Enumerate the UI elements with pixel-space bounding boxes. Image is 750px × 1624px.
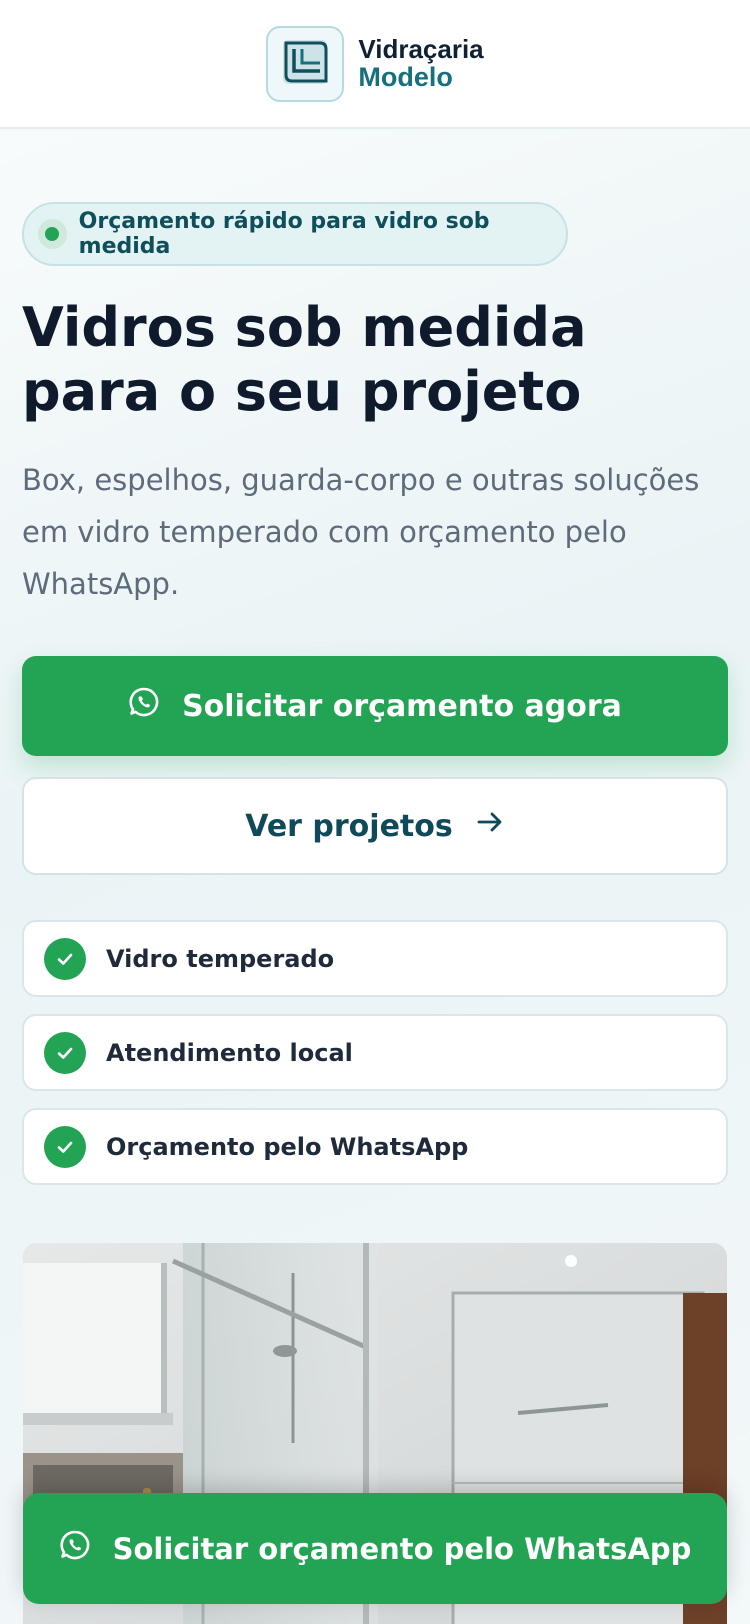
brand-name-line1: Vidraçaria xyxy=(358,33,484,64)
view-projects-label: Ver projetos xyxy=(245,808,453,844)
hero-title: Vidros sob medida para o seu projeto xyxy=(22,296,722,424)
request-quote-button[interactable]: Solicitar orçamento agora xyxy=(22,656,728,756)
feature-item-tempered-glass: Vidro temperado xyxy=(22,920,728,997)
badge-text: Orçamento rápido para vidro sob medida xyxy=(78,209,490,259)
brand-name-line2: Modelo xyxy=(358,61,453,92)
hero-description: Box, espelhos, guarda-corpo e outras sol… xyxy=(22,463,700,601)
site-header: Vidraçaria Modelo xyxy=(0,0,750,129)
hero-title-line2: para o seu projeto xyxy=(22,360,582,423)
brand-name: Vidraçaria Modelo xyxy=(358,33,484,92)
hero-title-line1: Vidros sob medida xyxy=(22,296,587,359)
feature-label: Atendimento local xyxy=(106,1038,353,1067)
glass-corner-logo-icon xyxy=(280,37,330,91)
view-projects-button[interactable]: Ver projetos xyxy=(22,777,728,875)
feature-label: Orçamento pelo WhatsApp xyxy=(106,1132,469,1161)
arrow-right-icon xyxy=(475,807,505,845)
request-quote-label: Solicitar orçamento agora xyxy=(182,688,622,724)
check-icon xyxy=(44,1031,86,1074)
feature-item-whatsapp-quote: Orçamento pelo WhatsApp xyxy=(22,1108,728,1185)
brand[interactable]: Vidraçaria Modelo xyxy=(266,25,484,102)
status-dot-icon xyxy=(38,219,67,249)
feature-label: Vidro temperado xyxy=(106,944,335,973)
check-icon xyxy=(44,937,86,980)
sticky-cta-label: Solicitar orçamento pelo WhatsApp xyxy=(112,1531,692,1566)
brand-logo xyxy=(266,25,345,102)
check-icon xyxy=(44,1125,86,1168)
whatsapp-quote-sticky-button[interactable]: Solicitar orçamento pelo WhatsApp xyxy=(23,1493,727,1604)
quick-quote-badge: Orçamento rápido para vidro sob medida xyxy=(22,202,568,266)
whatsapp-icon xyxy=(128,686,160,726)
whatsapp-icon xyxy=(59,1529,91,1568)
feature-item-local-service: Atendimento local xyxy=(22,1014,728,1091)
